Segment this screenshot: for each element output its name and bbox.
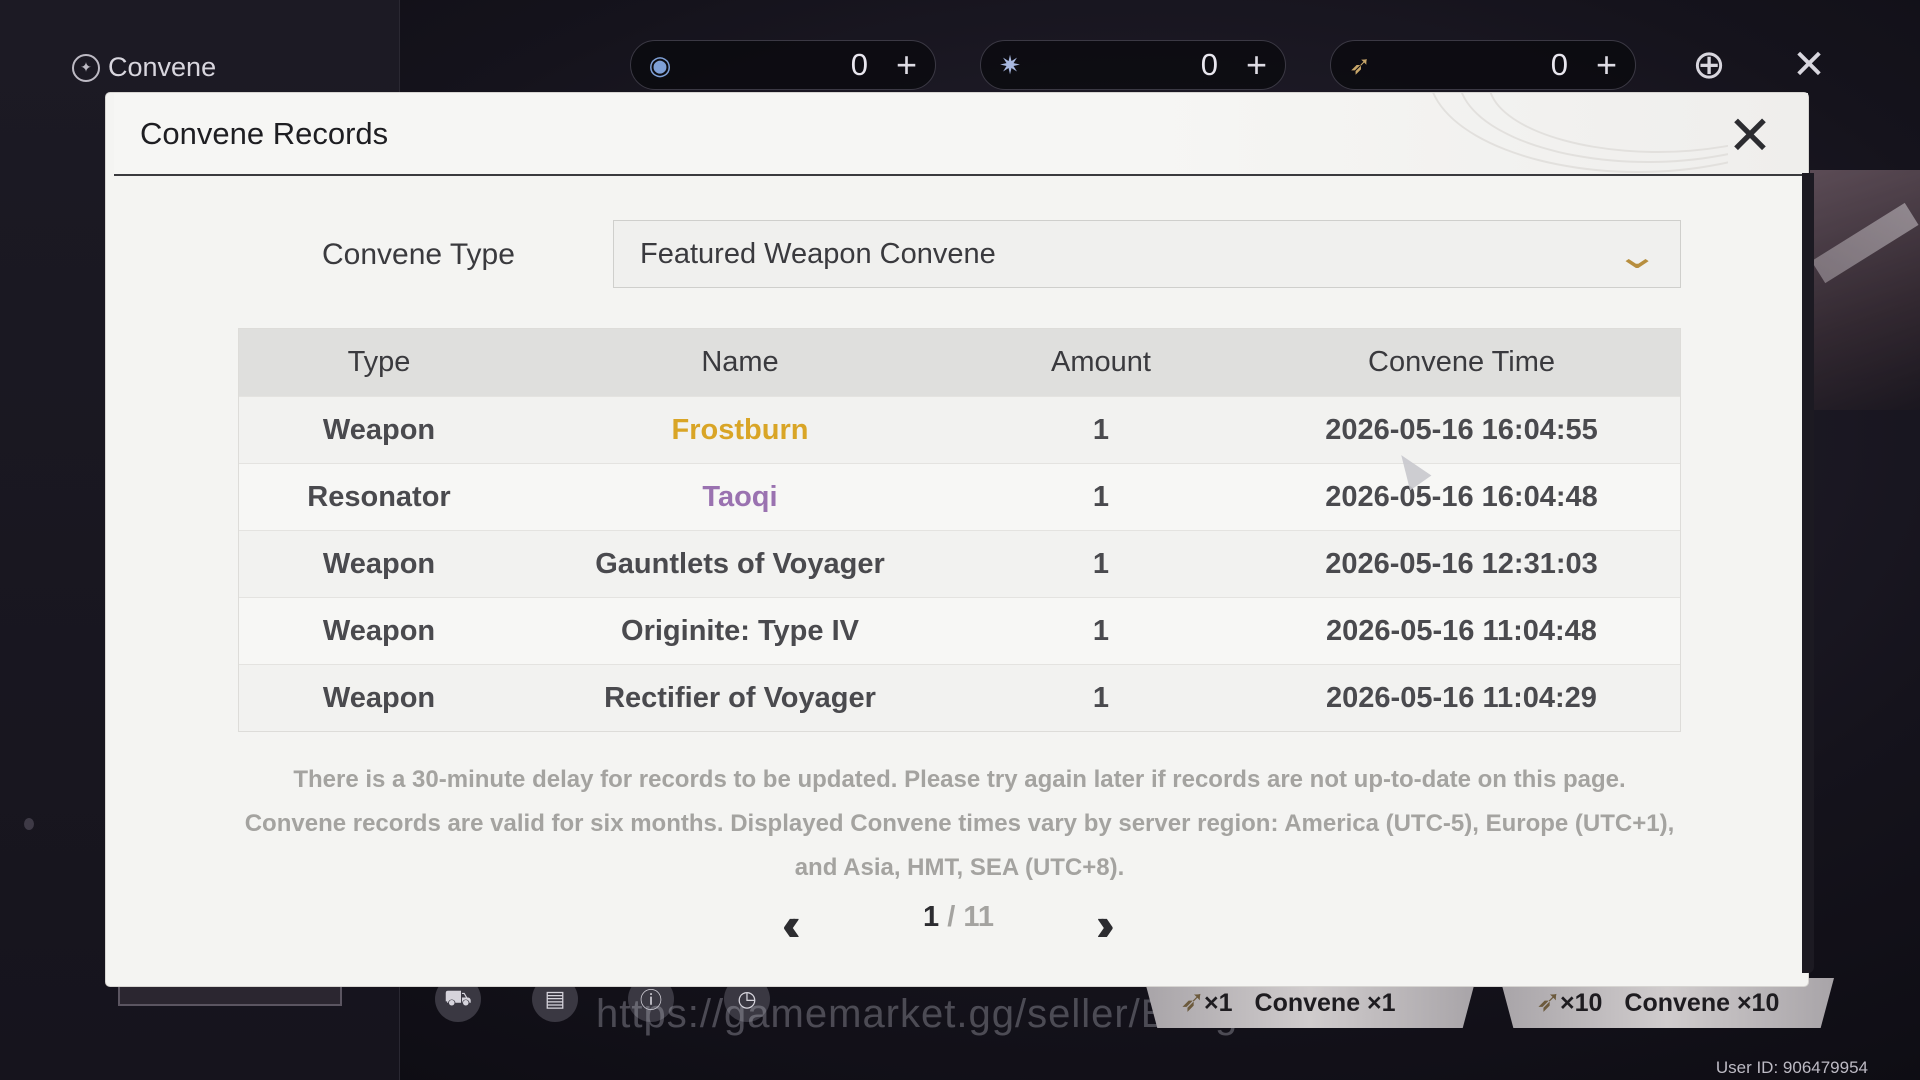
cell-amount: 1: [1092, 547, 1110, 580]
convene-x10-mult: ×10: [1560, 988, 1603, 1017]
cell-time: 2026-05-16 11:04:48: [1326, 614, 1597, 647]
cell-type: Weapon: [322, 681, 436, 714]
exit-icon[interactable]: ✕: [1782, 38, 1836, 92]
cell-amount: 1: [1092, 413, 1110, 446]
cell-name: Frostburn: [671, 413, 809, 446]
records-table: Type Name Amount Convene Time Weapon Fro…: [238, 328, 1681, 732]
convene-x10-label: Convene ×10: [1624, 988, 1780, 1017]
cell-name: Taoqi: [702, 480, 778, 513]
modal-header: Convene Records: [114, 93, 1808, 176]
cell-name: Originite: Type IV: [621, 614, 859, 647]
background-weapon-art: [1810, 170, 1920, 410]
screen-title: ✦ Convene: [72, 52, 216, 83]
convene-type-row: Convene Type Featured Weapon Convene ⌄: [106, 220, 1808, 290]
previous-page-button[interactable]: ‹‹: [782, 897, 800, 951]
convene-records-modal: Convene Records ✕ Convene Type Featured …: [106, 93, 1814, 986]
currency-value: 0: [1200, 47, 1218, 82]
chevron-down-icon: ⌄: [1614, 235, 1660, 276]
current-page: 1: [923, 901, 940, 933]
currency-star-tide: ✷ 0 +: [980, 40, 1286, 90]
cell-name: Gauntlets of Voyager: [595, 547, 885, 580]
modal-title: Convene Records: [140, 115, 389, 151]
cell-time: 2026-05-16 16:04:55: [1325, 413, 1598, 446]
add-currency-button[interactable]: +: [896, 47, 917, 83]
cell-time: 2026-05-16 12:31:03: [1325, 547, 1598, 580]
convene-logo-icon: ✦: [72, 53, 100, 82]
pagination: ‹‹ 1 / 11 ››: [106, 898, 1808, 950]
table-row: Weapon Rectifier of Voyager 1 2026-05-16…: [239, 664, 1680, 731]
banner-thumbnail[interactable]: [118, 984, 342, 1006]
column-header-amount: Amount: [1051, 346, 1151, 378]
page-indicator: 1 / 11: [923, 901, 994, 934]
table-row: Weapon Frostburn 1 2026-05-16 16:04:55: [239, 396, 1680, 463]
cell-amount: 1: [1092, 480, 1110, 513]
lunite-orb-icon: ◉: [648, 49, 672, 80]
star-tide-icon: ✷: [999, 49, 1021, 80]
cell-type: Weapon: [322, 547, 436, 580]
cell-time: 2026-05-16 16:04:48: [1325, 480, 1598, 513]
notice-line: There is a 30-minute delay for records t…: [293, 766, 1626, 793]
forging-tide-icon: ➶: [1349, 49, 1371, 80]
column-header-time: Convene Time: [1368, 346, 1555, 378]
tutorial-compass-icon[interactable]: ⊕: [1682, 38, 1736, 92]
cell-amount: 1: [1092, 614, 1110, 647]
close-icon[interactable]: ✕: [1720, 105, 1780, 166]
cell-time: 2026-05-16 11:04:29: [1326, 681, 1597, 714]
table-row: Weapon Gauntlets of Voyager 1 2026-05-16…: [239, 530, 1680, 597]
header-decoration: [1388, 93, 1728, 176]
convene-type-label: Convene Type: [322, 238, 515, 271]
screen-title-text: Convene: [108, 52, 217, 82]
user-id: User ID: 906479954: [1715, 1058, 1868, 1077]
currency-value: 0: [1550, 47, 1568, 82]
notice-line: Convene records are valid for six months…: [244, 810, 1675, 837]
page-separator: /: [939, 901, 964, 933]
total-pages: 11: [963, 901, 994, 933]
cell-type: Resonator: [307, 480, 451, 513]
notice-line: and Asia, HMT, SEA (UTC+8).: [794, 854, 1125, 881]
convene-type-value: Featured Weapon Convene: [640, 237, 996, 270]
cell-type: Weapon: [322, 413, 436, 446]
background-dot: [24, 818, 34, 830]
table-row: Resonator Taoqi 1 2026-05-16 16:04:48: [239, 463, 1680, 530]
next-page-button[interactable]: ››: [1096, 897, 1114, 951]
cell-amount: 1: [1092, 681, 1110, 714]
cell-name: Rectifier of Voyager: [604, 681, 876, 714]
column-header-name: Name: [701, 346, 779, 378]
convene-x1-mult: ×1: [1204, 988, 1233, 1017]
convene-x1-label: Convene ×1: [1254, 988, 1396, 1017]
table-body: Weapon Frostburn 1 2026-05-16 16:04:55 R…: [239, 396, 1680, 731]
add-currency-button[interactable]: +: [1246, 47, 1267, 83]
currency-lunite: ◉ 0 +: [630, 40, 936, 90]
table-header: Type Name Amount Convene Time: [239, 329, 1680, 396]
records-notice: There is a 30-minute delay for records t…: [238, 758, 1681, 890]
convene-type-dropdown[interactable]: Featured Weapon Convene ⌄: [613, 220, 1681, 288]
add-currency-button[interactable]: +: [1596, 47, 1617, 83]
column-header-type: Type: [347, 346, 411, 378]
feather-icon: ➶: [1536, 985, 1562, 1018]
table-row: Weapon Originite: Type IV 1 2026-05-16 1…: [239, 597, 1680, 664]
currency-value: 0: [850, 47, 868, 82]
feather-icon: ➶: [1180, 985, 1206, 1018]
currency-forging-tide: ➶ 0 +: [1330, 40, 1636, 90]
cell-type: Weapon: [322, 614, 436, 647]
